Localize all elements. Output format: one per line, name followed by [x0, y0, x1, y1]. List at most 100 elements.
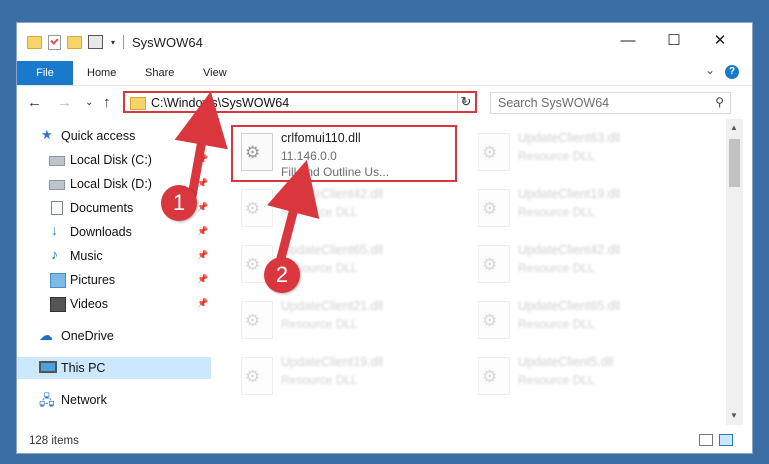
- title-separator: [123, 35, 125, 49]
- file-name: UpdateClient5.dll: [518, 355, 614, 369]
- scroll-up-icon[interactable]: ▲: [730, 123, 738, 132]
- computer-icon: [39, 361, 57, 373]
- sidebar-item-quick-access[interactable]: ★ Quick access: [17, 125, 211, 147]
- file-name: UpdateClient19.dll: [518, 187, 621, 201]
- download-icon: ↓: [51, 222, 58, 238]
- sidebar-item-music[interactable]: ♪ Music 📌: [17, 245, 211, 267]
- dll-file-icon: [478, 301, 510, 339]
- file-item[interactable]: UpdateClient19.dll Resource DLL: [468, 183, 693, 233]
- file-type: Resource DLL: [281, 373, 358, 387]
- sidebar-item-this-pc[interactable]: This PC: [17, 357, 211, 379]
- sidebar-item-label: Local Disk (C:): [70, 153, 152, 167]
- maximize-button[interactable]: ☐: [651, 27, 697, 55]
- tab-view[interactable]: View: [203, 61, 227, 85]
- tab-home[interactable]: Home: [87, 61, 116, 85]
- minimize-button[interactable]: —: [605, 27, 651, 55]
- disk-icon: [49, 180, 65, 190]
- new-folder-icon[interactable]: [67, 35, 82, 49]
- file-item[interactable]: UpdateClient5.dll Resource DLL: [468, 351, 693, 401]
- dll-file-icon: [241, 357, 273, 395]
- file-type: Resource DLL: [518, 373, 595, 387]
- toolbar-dropdown-icon[interactable]: ▾: [111, 38, 115, 47]
- close-button[interactable]: ✕: [697, 27, 743, 55]
- file-name: UpdateClient21.dll: [281, 299, 384, 313]
- address-path[interactable]: C:\Windows\SysWOW64: [151, 96, 289, 110]
- quick-access-toolbar: ▾ SysWOW64: [27, 33, 203, 51]
- file-item[interactable]: UpdateClient21.dll Resource DLL: [231, 295, 456, 345]
- pin-icon: 📌: [197, 298, 209, 308]
- sidebar-item-network[interactable]: 🖧 Network: [17, 389, 211, 411]
- documents-icon: [51, 201, 63, 215]
- videos-icon: [50, 297, 66, 312]
- tab-share[interactable]: Share: [145, 61, 174, 85]
- sidebar-item-label: Music: [70, 249, 103, 263]
- refresh-button[interactable]: ↻: [457, 93, 474, 111]
- forward-button[interactable]: →: [57, 94, 72, 111]
- file-name: UpdateClient19.dll: [281, 355, 384, 369]
- sidebar-item-label: Downloads: [70, 225, 132, 239]
- search-box[interactable]: Search SysWOW64 ⚲: [490, 92, 731, 114]
- file-name: UpdateClient63.dll: [518, 131, 621, 145]
- file-item[interactable]: UpdateClient19.dll Resource DLL: [231, 351, 456, 401]
- customize-toolbar-icon[interactable]: [88, 35, 103, 49]
- file-name: UpdateClient65.dll: [281, 243, 384, 257]
- sidebar-item-videos[interactable]: Videos 📌: [17, 293, 211, 315]
- window-title: SysWOW64: [132, 34, 203, 50]
- sidebar-item-label: OneDrive: [61, 329, 114, 343]
- dll-file-icon: [478, 133, 510, 171]
- search-icon[interactable]: ⚲: [715, 95, 724, 109]
- status-bar: 128 items: [17, 425, 752, 453]
- scrollbar-thumb[interactable]: [729, 139, 740, 187]
- folder-icon: [130, 97, 146, 110]
- file-name: UpdateClient65.dll: [518, 299, 621, 313]
- tab-file[interactable]: File: [17, 61, 73, 85]
- file-type: Resource DLL: [281, 317, 358, 331]
- pin-icon: 📌: [197, 226, 209, 236]
- star-icon: ★: [41, 127, 53, 142]
- sidebar-item-onedrive[interactable]: ☁ OneDrive: [17, 325, 211, 347]
- title-bar: ▾ SysWOW64 — ☐ ✕: [17, 23, 752, 61]
- callout-1: 1: [161, 185, 197, 221]
- cloud-icon: ☁: [39, 327, 53, 343]
- file-item[interactable]: UpdateClient42.dll Resource DLL: [468, 239, 693, 289]
- file-type: Resource DLL: [518, 317, 595, 331]
- sidebar-item-local-disk-c[interactable]: Local Disk (C:) 📌: [17, 149, 211, 171]
- file-item[interactable]: UpdateClient42.dll Resource DLL: [231, 183, 456, 233]
- sidebar-item-label: This PC: [61, 361, 106, 375]
- file-item[interactable]: UpdateClient63.dll Resource DLL: [468, 127, 693, 177]
- explorer-window: ▾ SysWOW64 — ☐ ✕ File Home Share View ⌄ …: [16, 22, 753, 454]
- pin-icon: 📌: [197, 178, 209, 188]
- file-highlight-box: [231, 125, 457, 182]
- expand-ribbon-icon[interactable]: ⌄: [705, 63, 715, 77]
- pin-icon: 📌: [197, 154, 209, 164]
- help-icon[interactable]: ?: [725, 65, 739, 79]
- back-button[interactable]: ←: [27, 94, 42, 111]
- sidebar-item-label: Network: [61, 393, 107, 407]
- dll-file-icon: [478, 189, 510, 227]
- scroll-down-icon[interactable]: ▼: [730, 411, 738, 420]
- file-name: UpdateClient42.dll: [518, 243, 621, 257]
- ribbon-tabs: File Home Share View ⌄ ?: [17, 61, 752, 85]
- dll-file-icon: [241, 301, 273, 339]
- sidebar-item-pictures[interactable]: Pictures 📌: [17, 269, 211, 291]
- properties-check-icon[interactable]: [48, 34, 61, 50]
- tiles-view-icon[interactable]: [719, 434, 733, 446]
- search-placeholder[interactable]: Search SysWOW64: [498, 96, 609, 110]
- sidebar-item-label: Videos: [70, 297, 108, 311]
- sidebar-item-downloads[interactable]: ↓ Downloads 📌: [17, 221, 211, 243]
- music-icon: ♪: [51, 246, 58, 262]
- disk-icon: [49, 156, 65, 166]
- sidebar-item-label: Documents: [70, 201, 134, 215]
- file-item[interactable]: UpdateClient65.dll Resource DLL: [468, 295, 693, 345]
- up-button[interactable]: ↑: [103, 94, 111, 111]
- recent-locations-button[interactable]: ⌄: [85, 97, 93, 108]
- folder-icon[interactable]: [27, 35, 42, 49]
- vertical-scrollbar[interactable]: ▲ ▼: [726, 119, 743, 425]
- network-icon: 🖧: [39, 392, 55, 408]
- file-type: Resource DLL: [518, 205, 595, 219]
- dll-file-icon: [478, 357, 510, 395]
- pin-icon: 📌: [197, 274, 209, 284]
- address-bar[interactable]: C:\Windows\SysWOW64 ⌄: [123, 91, 477, 113]
- details-view-icon[interactable]: [699, 434, 713, 446]
- navigation-bar: ← → ⌄ ↑ C:\Windows\SysWOW64 ⌄ ↻ Search S…: [17, 85, 752, 120]
